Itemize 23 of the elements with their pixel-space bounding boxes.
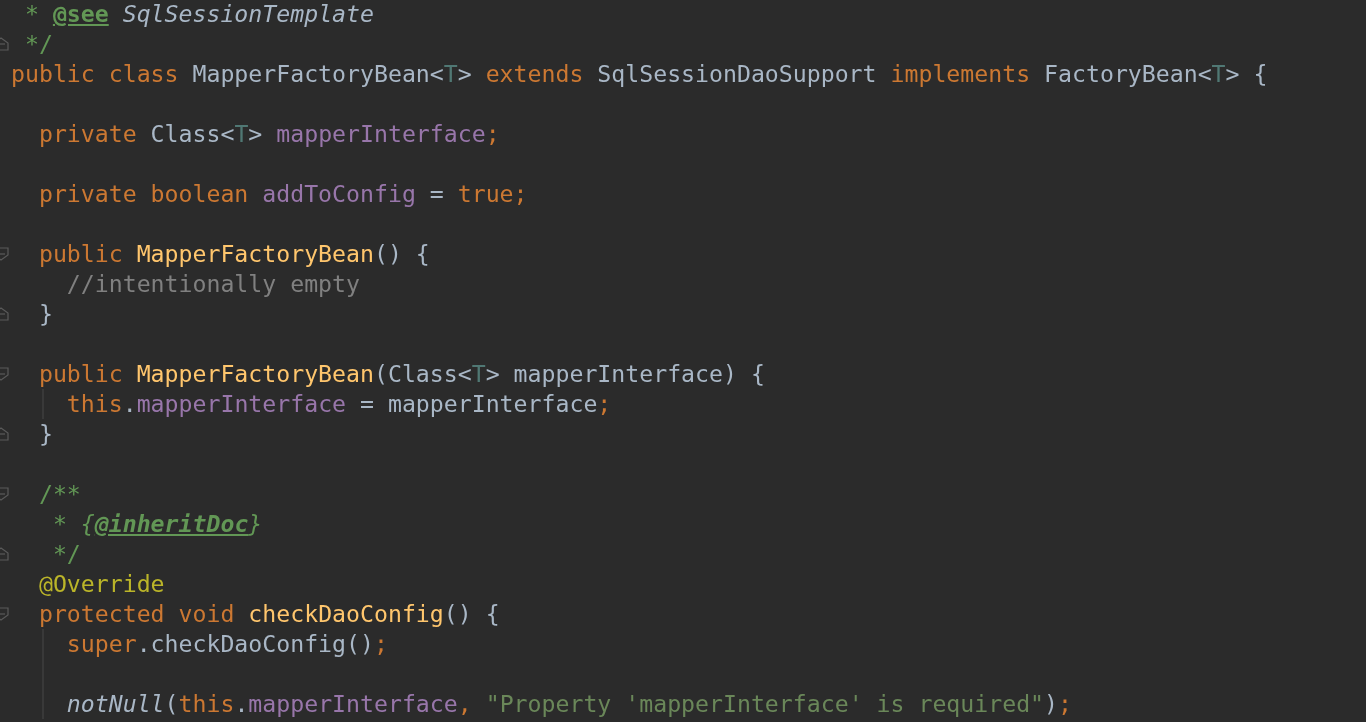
fold-marker-icon[interactable] xyxy=(0,366,9,382)
fold-marker-icon[interactable] xyxy=(0,606,9,622)
fold-marker-icon[interactable] xyxy=(0,36,9,52)
code-line: } xyxy=(37,299,54,329)
fold-marker-icon[interactable] xyxy=(0,486,9,502)
code-line: /** xyxy=(37,479,82,509)
fold-marker-icon[interactable] xyxy=(0,546,9,562)
code-line: */ xyxy=(51,539,82,569)
code-line: private Class<T> mapperInterface; xyxy=(37,119,501,149)
code-line: * {@inheritDoc} xyxy=(51,509,264,539)
fold-marker-icon[interactable] xyxy=(0,426,9,442)
code-line: protected void checkDaoConfig() { xyxy=(37,599,501,629)
code-line: //intentionally empty xyxy=(65,269,361,299)
code-line: public class MapperFactoryBean<T> extends SqlSessionDaoSupport implements FactoryBean<T> { xyxy=(11,59,1269,89)
code-line: public MapperFactoryBean(Class<T> mapperInterface) { xyxy=(37,359,766,389)
fold-marker-icon[interactable] xyxy=(0,306,9,322)
code-line: public MapperFactoryBean() { xyxy=(37,239,431,269)
fold-marker-icon[interactable] xyxy=(0,246,9,262)
code-line: private boolean addToConfig = true; xyxy=(37,179,529,209)
code-line: */ xyxy=(23,29,54,59)
code-line: } xyxy=(37,419,54,449)
code-line: * @see SqlSessionTemplate xyxy=(23,0,375,29)
code-line: @Override xyxy=(37,569,166,599)
